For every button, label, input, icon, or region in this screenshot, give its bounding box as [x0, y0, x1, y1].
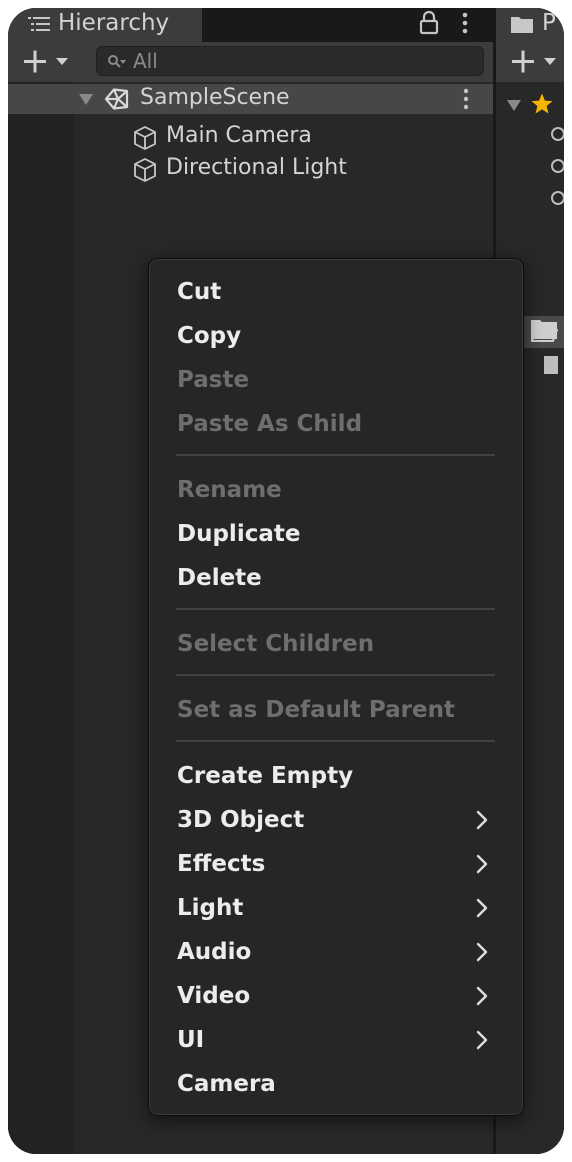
project-toolbar: [496, 42, 564, 82]
lock-icon[interactable]: [418, 10, 440, 36]
hierarchy-tabbar: Hierarchy: [8, 8, 493, 42]
menu-item-cut[interactable]: Cut: [177, 276, 221, 308]
menu-item-copy[interactable]: Copy: [177, 320, 241, 352]
chevron-right-icon: [476, 1030, 488, 1050]
chevron-right-icon: [476, 898, 488, 918]
menu-item-select-children[interactable]: Select Children: [177, 628, 374, 660]
menu-item-set-as-default-parent[interactable]: Set as Default Parent: [177, 694, 455, 726]
folder-icon: [511, 17, 533, 33]
menu-item-rename[interactable]: Rename: [177, 474, 282, 506]
editor-window: Hierarchy All SampleScene Main Camera Di…: [8, 8, 564, 1154]
hierarchy-toolbar: [8, 42, 493, 82]
chevron-right-icon: [476, 810, 488, 830]
search-field[interactable]: [96, 46, 484, 76]
context-menu: Cut Copy Paste Paste As Child Rename Dup…: [148, 258, 524, 1116]
menu-item-create-empty[interactable]: Create Empty: [177, 760, 353, 792]
menu-item-paste[interactable]: Paste: [177, 364, 249, 396]
cube-icon: [134, 126, 156, 150]
hierarchy-item[interactable]: Main Camera: [8, 122, 493, 152]
search-filter-icon: [108, 55, 126, 68]
kebab-menu-icon[interactable]: [460, 87, 472, 111]
menu-separator: [176, 608, 495, 610]
hierarchy-tab-label: Hierarchy: [58, 10, 170, 36]
scene-name: SampleScene: [140, 85, 290, 110]
menu-separator: [176, 454, 495, 456]
menu-item-light[interactable]: Light: [177, 892, 243, 924]
chevron-right-icon: [476, 986, 488, 1006]
menu-item-audio[interactable]: Audio: [177, 936, 251, 968]
kebab-menu-icon[interactable]: [458, 10, 472, 36]
fold-down-icon[interactable]: [506, 98, 522, 112]
cube-icon: [134, 158, 156, 182]
menu-item-delete[interactable]: Delete: [177, 562, 262, 594]
menu-item-camera[interactable]: Camera: [177, 1068, 276, 1100]
menu-item-paste-as-child[interactable]: Paste As Child: [177, 408, 362, 440]
fold-down-icon[interactable]: [78, 92, 94, 106]
plus-dropdown-icon[interactable]: [20, 48, 78, 76]
search-item-icon[interactable]: [550, 126, 564, 142]
hierarchy-item-label: Main Camera: [166, 123, 312, 148]
menu-separator: [176, 740, 495, 742]
menu-item-3d-object[interactable]: 3D Object: [177, 804, 304, 836]
file-icon: [544, 356, 558, 374]
menu-item-ui[interactable]: UI: [177, 1024, 204, 1056]
unity-logo-icon: [104, 88, 129, 110]
tab-hierarchy[interactable]: Hierarchy: [8, 8, 202, 42]
menu-item-video[interactable]: Video: [177, 980, 250, 1012]
menu-separator: [176, 674, 495, 676]
plus-dropdown-icon[interactable]: [508, 48, 564, 76]
menu-item-duplicate[interactable]: Duplicate: [177, 518, 300, 550]
hierarchy-item-label: Directional Light: [166, 155, 347, 180]
project-tab-label: P: [542, 10, 556, 36]
tab-project[interactable]: P: [496, 8, 564, 42]
search-item-icon[interactable]: [550, 190, 564, 206]
chevron-right-icon: [476, 854, 488, 874]
search-input[interactable]: [133, 49, 463, 73]
hierarchy-item[interactable]: Directional Light: [8, 154, 493, 184]
hierarchy-gutter: [8, 82, 74, 1154]
star-icon: [531, 93, 553, 114]
folder-icon[interactable]: [530, 318, 558, 340]
search-item-icon[interactable]: [550, 158, 564, 174]
scene-row[interactable]: SampleScene: [8, 84, 493, 114]
list-icon: [28, 17, 50, 31]
menu-item-effects[interactable]: Effects: [177, 848, 265, 880]
chevron-right-icon: [476, 942, 488, 962]
